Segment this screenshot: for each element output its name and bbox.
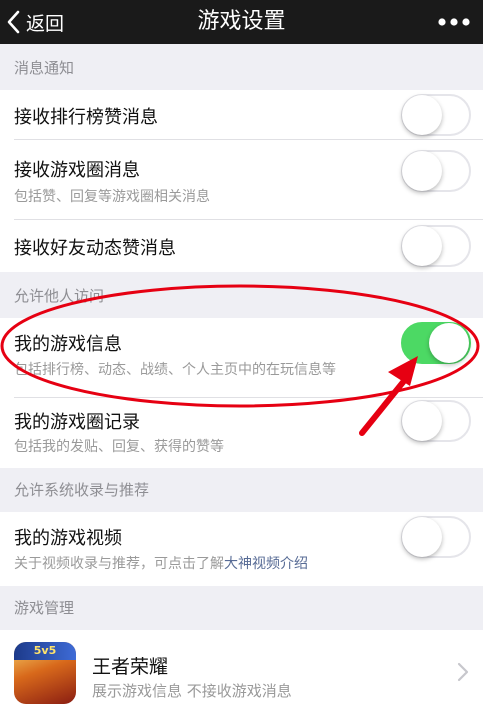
toggle-switch-my-game-videos[interactable] (401, 516, 471, 558)
row-subtitle: 包括我的发贴、回复、获得的赞等 (14, 439, 224, 455)
toggle-switch-friend-activity-likes[interactable] (401, 225, 471, 267)
back-button[interactable]: 返回 (6, 0, 64, 44)
toggle-knob (402, 226, 442, 266)
setting-row-friend-activity-likes: 接收好友动态赞消息 (0, 220, 483, 272)
section-header-management: 游戏管理 (14, 599, 75, 617)
chevron-left-icon (7, 10, 20, 34)
page-title: 游戏设置 (197, 9, 286, 34)
section-header-notifications: 消息通知 (14, 59, 75, 77)
row-title: 接收排行榜赞消息 (14, 107, 158, 128)
row-title: 接收游戏圈消息 (14, 160, 140, 181)
row-subtitle: 关于视频收录与推荐，可点击了解大神视频介绍 (14, 553, 308, 573)
toggle-switch-my-game-info[interactable] (401, 322, 471, 364)
setting-row-leaderboard-likes: 接收排行榜赞消息 (0, 90, 483, 140)
section-header-visibility: 允许他人访问 (14, 287, 105, 305)
toggle-knob (402, 517, 442, 557)
toggle-knob (429, 323, 469, 363)
setting-row-my-game-info: 我的游戏信息 包括排行榜、动态、战绩、个人主页中的在玩信息等 (0, 318, 483, 398)
row-subtitle: 包括排行榜、动态、战绩、个人主页中的在玩信息等 (14, 362, 336, 378)
toggle-switch-leaderboard-likes[interactable] (401, 94, 471, 136)
game-icon-badge: 5v5 (14, 642, 76, 660)
game-list-item[interactable]: 5v5 王者荣耀 展示游戏信息 不接收游戏消息 (0, 630, 483, 716)
video-intro-link[interactable]: 大神视频介绍 (224, 556, 308, 572)
row-subtitle-text: 关于视频收录与推荐，可点击了解 (14, 556, 224, 572)
top-navigation-bar: 返回 游戏设置 (0, 0, 483, 44)
setting-row-game-circle-messages: 接收游戏圈消息 包括赞、回复等游戏圈相关消息 (0, 140, 483, 220)
toggle-knob (402, 151, 442, 191)
game-name: 王者荣耀 (92, 656, 169, 678)
row-title: 接收好友动态赞消息 (14, 238, 176, 259)
row-title: 我的游戏信息 (14, 334, 122, 355)
more-options-button[interactable] (437, 14, 471, 30)
row-subtitle: 包括赞、回复等游戏圈相关消息 (14, 189, 210, 205)
game-app-icon: 5v5 (14, 642, 76, 704)
setting-row-my-game-circle-records: 我的游戏圈记录 包括我的发贴、回复、获得的赞等 (0, 398, 483, 468)
chevron-right-icon (457, 662, 469, 682)
row-title: 我的游戏圈记录 (14, 412, 140, 433)
back-label: 返回 (26, 12, 65, 35)
more-dots-icon (438, 18, 470, 26)
game-subtitle: 展示游戏信息 不接收游戏消息 (92, 682, 292, 700)
section-header-recommendation: 允许系统收录与推荐 (14, 481, 150, 499)
toggle-switch-my-game-circle-records[interactable] (401, 400, 471, 442)
toggle-knob (402, 95, 442, 135)
row-title: 我的游戏视频 (14, 528, 122, 549)
setting-row-my-game-videos: 我的游戏视频 关于视频收录与推荐，可点击了解大神视频介绍 (0, 512, 483, 586)
toggle-knob (402, 401, 442, 441)
toggle-switch-game-circle-messages[interactable] (401, 150, 471, 192)
